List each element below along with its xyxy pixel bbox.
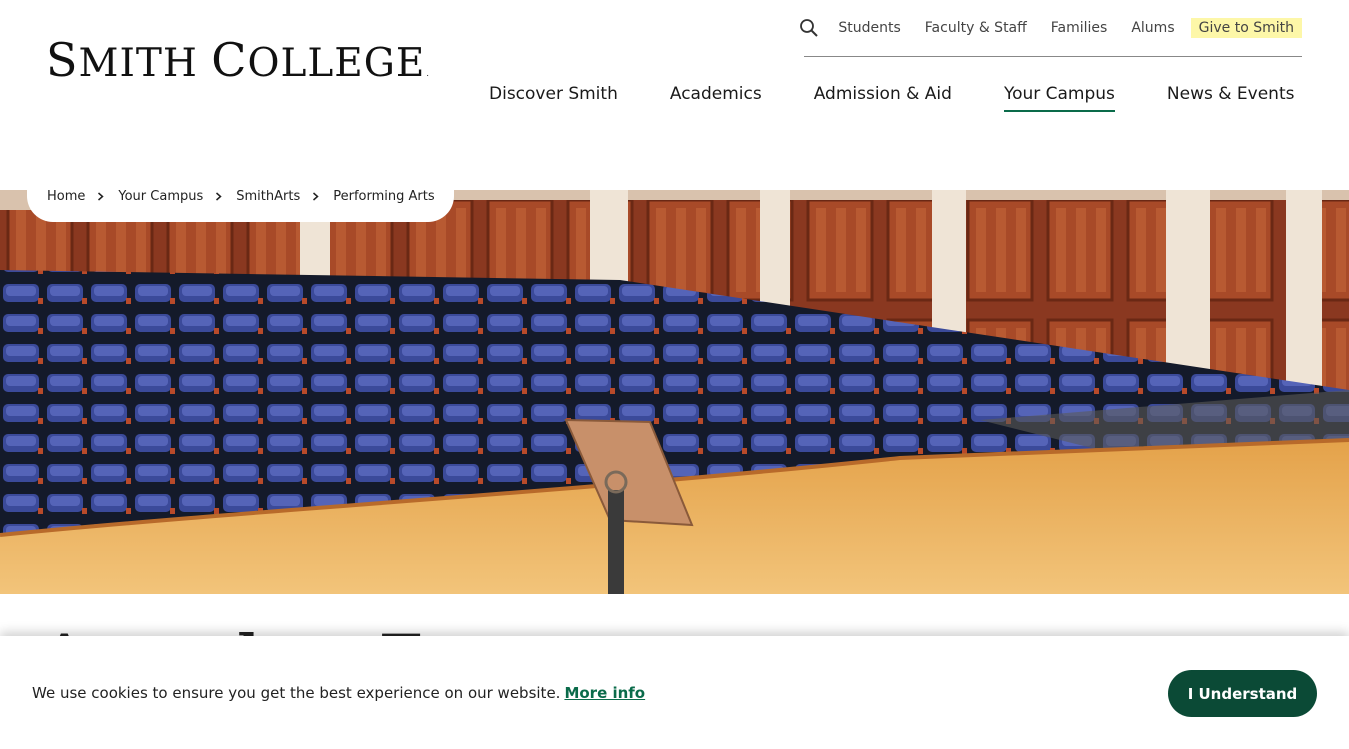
logo-text-college: OLLEGE xyxy=(247,41,426,86)
i-understand-button[interactable]: I Understand xyxy=(1168,670,1317,717)
nav-your-campus[interactable]: Your Campus xyxy=(1003,84,1115,112)
logo-initial-c: C xyxy=(211,33,248,87)
give-to-smith-link[interactable]: Give to Smith xyxy=(1190,18,1302,38)
chevron-right-icon xyxy=(96,191,105,201)
nav-academics[interactable]: Academics xyxy=(670,84,762,112)
logo-trademark: . xyxy=(426,69,430,78)
utility-link-families[interactable]: Families xyxy=(1051,20,1108,36)
breadcrumb-your-campus[interactable]: Your Campus xyxy=(118,189,203,204)
breadcrumb-performing-arts[interactable]: Performing Arts xyxy=(333,189,434,204)
utility-nav: Students Faculty & Staff Families Alums … xyxy=(798,14,1302,42)
utility-link-faculty-staff[interactable]: Faculty & Staff xyxy=(925,20,1027,36)
utility-link-alums[interactable]: Alums xyxy=(1131,20,1174,36)
chevron-right-icon xyxy=(311,191,320,201)
more-info-link[interactable]: More info xyxy=(564,684,645,702)
utility-divider xyxy=(804,56,1302,57)
search-icon[interactable] xyxy=(798,17,820,39)
cookie-message-line: We use cookies to ensure you get the bes… xyxy=(32,684,645,702)
logo-text-smith: MITH xyxy=(78,41,198,86)
nav-discover-smith[interactable]: Discover Smith xyxy=(489,84,618,112)
chevron-right-icon xyxy=(214,191,223,201)
logo-initial-s: S xyxy=(46,33,79,87)
site-logo[interactable]: SMITH COLLEGE. xyxy=(46,33,430,87)
breadcrumb-smitharts[interactable]: SmithArts xyxy=(236,189,300,204)
hero-image xyxy=(0,190,1349,594)
breadcrumb-home[interactable]: Home xyxy=(47,189,85,204)
auditorium-illustration xyxy=(0,190,1349,594)
cookie-banner: We use cookies to ensure you get the bes… xyxy=(0,636,1349,749)
main-nav: Discover Smith Academics Admission & Aid… xyxy=(489,84,1294,112)
cookie-message: We use cookies to ensure you get the bes… xyxy=(32,684,561,702)
nav-news-events[interactable]: News & Events xyxy=(1167,84,1295,112)
utility-link-students[interactable]: Students xyxy=(838,20,900,36)
nav-admission-aid[interactable]: Admission & Aid xyxy=(814,84,952,112)
breadcrumb: Home Your Campus SmithArts Performing Ar… xyxy=(27,170,454,222)
